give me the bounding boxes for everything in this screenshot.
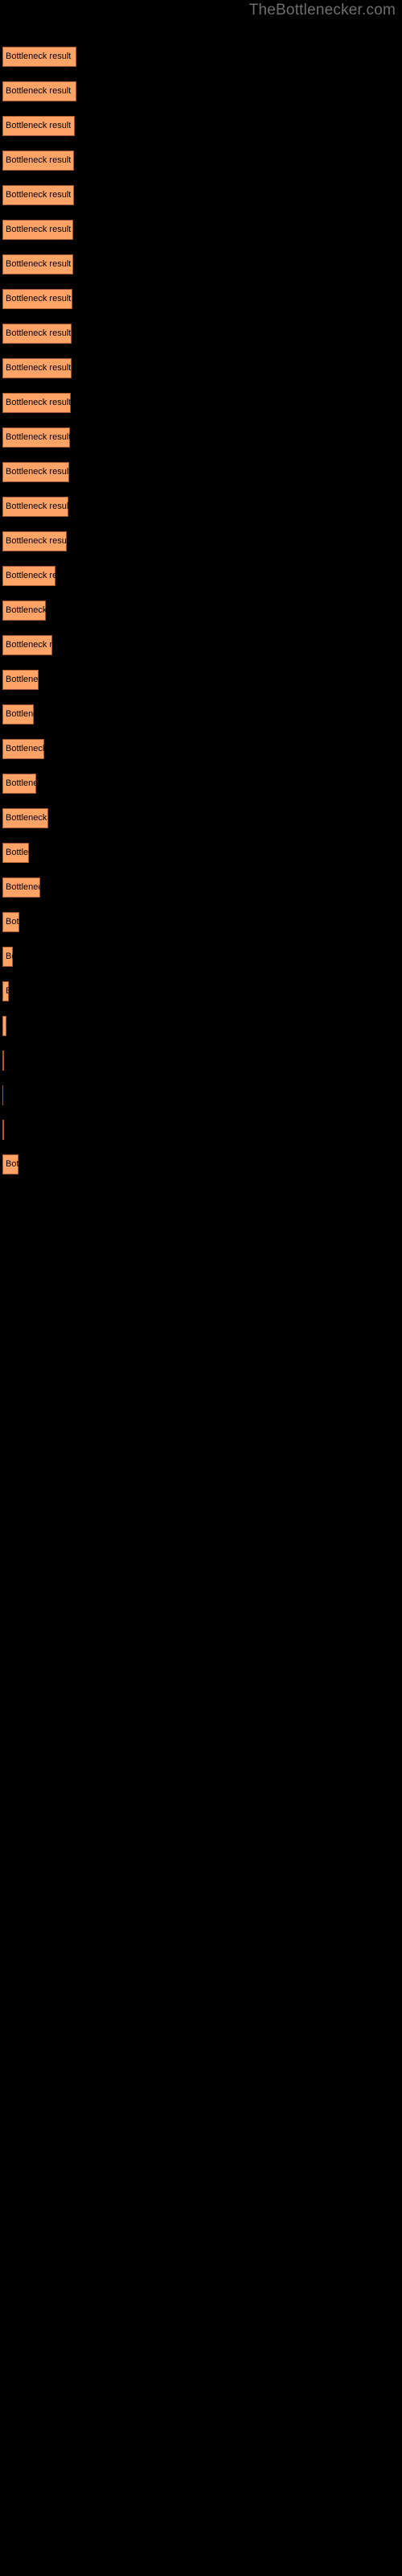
bar <box>2 47 76 67</box>
bar-row: Bottleneck result <box>0 739 402 774</box>
bar-row: Bottleneck result <box>0 1154 402 1189</box>
site-watermark: TheBottlenecker.com <box>248 2 396 19</box>
bar-row: Bottleneck result <box>0 704 402 739</box>
bar <box>2 981 9 1001</box>
bar <box>2 289 72 309</box>
bar-row: Bottleneck result <box>0 185 402 220</box>
bar <box>2 947 13 967</box>
bar-row: Bottleneck result <box>0 670 402 704</box>
bar <box>2 877 40 898</box>
bar-row: Bottleneck result <box>0 289 402 324</box>
bar <box>2 151 74 171</box>
bar-row: Bottleneck result <box>0 981 402 1016</box>
bar <box>2 497 68 517</box>
bar <box>2 1120 4 1140</box>
bar <box>2 1154 18 1174</box>
bar <box>2 254 73 275</box>
bar-row: Bottleneck result <box>0 912 402 947</box>
bar-row: Bottleneck result <box>0 877 402 912</box>
bar-row: Bottleneck result <box>0 116 402 151</box>
bar-row: Bottleneck result <box>0 635 402 670</box>
bar <box>2 324 72 344</box>
bar <box>2 393 71 413</box>
bar <box>2 704 34 724</box>
bar-row <box>0 1085 402 1120</box>
bar <box>2 1085 3 1105</box>
bar-row: Bottleneck result <box>0 808 402 843</box>
bar <box>2 531 67 551</box>
bar <box>2 601 46 621</box>
bar-row <box>0 1051 402 1085</box>
bar <box>2 427 70 448</box>
bar-row: Bottleneck result <box>0 462 402 497</box>
bar-row: Bottleneck result <box>0 531 402 566</box>
bar-row: Bottleneck result <box>0 601 402 635</box>
bar <box>2 843 29 863</box>
bar <box>2 220 73 240</box>
bar-row: Bottleneck result <box>0 843 402 877</box>
bar <box>2 116 75 136</box>
bar-row: Bottleneck result <box>0 81 402 116</box>
bar-row: Bottleneck result <box>0 566 402 601</box>
bar <box>2 912 19 932</box>
bar-row: Bottleneck result <box>0 393 402 427</box>
bar-row: Bottleneck result <box>0 774 402 808</box>
bar <box>2 1016 6 1036</box>
bar <box>2 808 48 828</box>
bar <box>2 358 72 378</box>
bar-row: Bottleneck result <box>0 947 402 981</box>
bar <box>2 185 74 205</box>
bar <box>2 670 39 690</box>
bar <box>2 462 69 482</box>
bar <box>2 739 44 759</box>
bar-row: Bottleneck result <box>0 358 402 393</box>
bar-row: Bottleneck result <box>0 1016 402 1051</box>
bar-row: Bottleneck result <box>0 47 402 81</box>
bottleneck-bar-chart: TheBottlenecker.com Bottleneck result Bot… <box>0 0 402 2576</box>
bar <box>2 81 76 101</box>
bar-row: Bottleneck result <box>0 427 402 462</box>
bar-row <box>0 1120 402 1154</box>
bar-row: Bottleneck result <box>0 497 402 531</box>
bar <box>2 774 36 794</box>
bar-row: Bottleneck result <box>0 220 402 254</box>
bar-row: Bottleneck result <box>0 324 402 358</box>
bar-row: Bottleneck result <box>0 151 402 185</box>
bar-row: Bottleneck result <box>0 254 402 289</box>
bar <box>2 635 52 655</box>
bar <box>2 566 55 586</box>
bar <box>2 1051 4 1071</box>
